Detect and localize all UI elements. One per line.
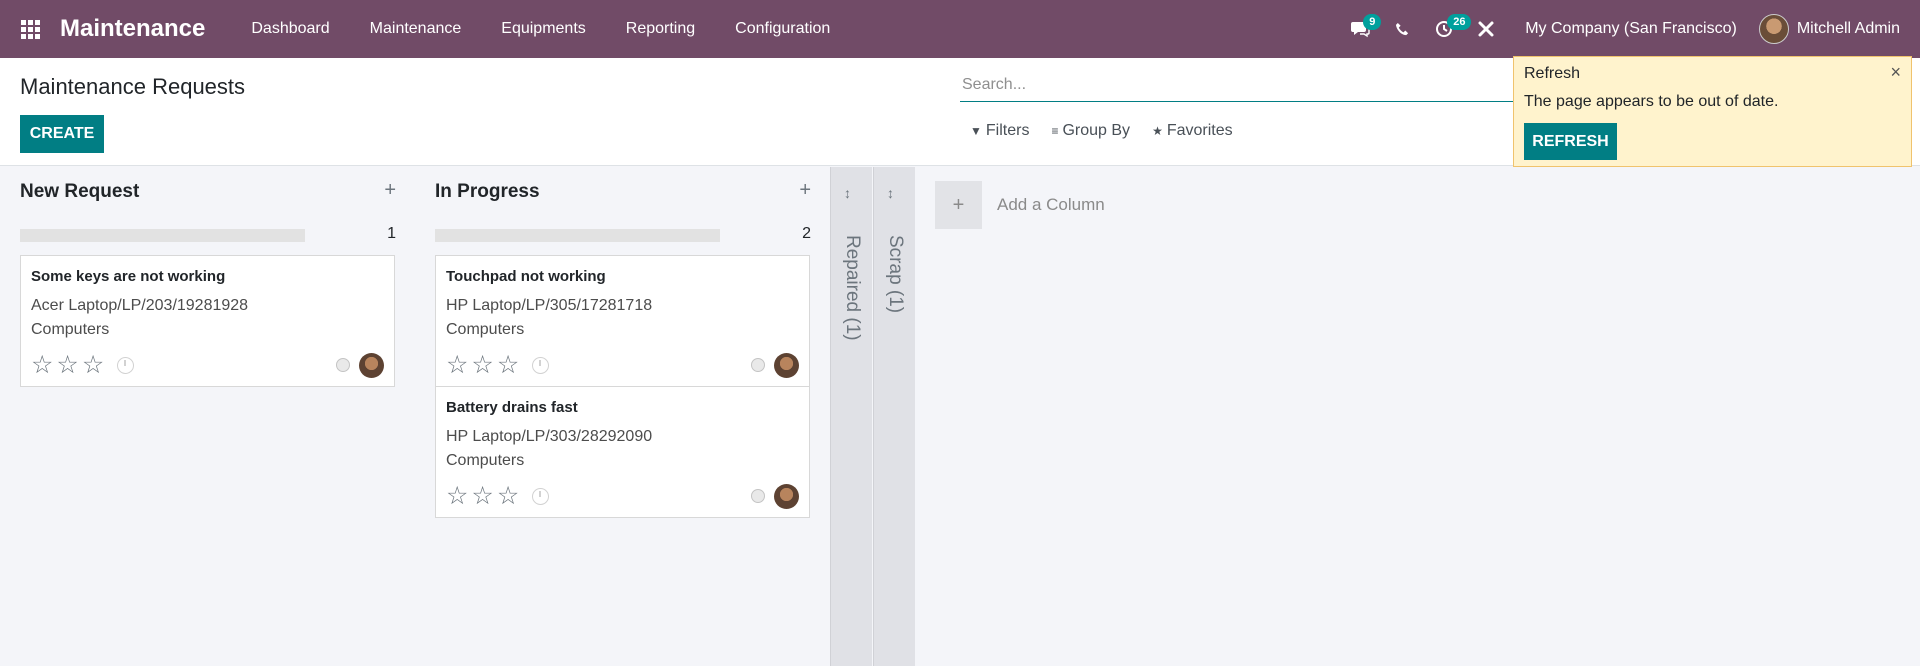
search-bar: [960, 68, 1520, 102]
list-icon: ≡: [1051, 124, 1059, 138]
user-name: Mitchell Admin: [1796, 20, 1900, 37]
activity-clock-icon[interactable]: [532, 487, 550, 505]
card-category: Computers: [31, 321, 110, 338]
card-equipment: HP Laptop/LP/305/17281718: [446, 297, 653, 314]
column-title[interactable]: New Request: [20, 181, 396, 203]
groupby-label: Group By: [1062, 122, 1131, 139]
company-switcher[interactable]: My Company (San Francisco): [1507, 20, 1759, 38]
priority-star-icon[interactable]: ☆: [497, 484, 519, 509]
folded-column-repaired[interactable]: ↕ Repaired (1): [830, 167, 872, 666]
search-options: ▼ Filters ≡ Group By ★ Favorites: [970, 122, 1255, 140]
priority-star-icon[interactable]: ☆: [471, 353, 493, 378]
kanban-state-dot[interactable]: [336, 358, 350, 372]
priority-star-icon[interactable]: ☆: [56, 353, 78, 378]
card-category: Computers: [446, 452, 525, 469]
card-title: Touchpad not working: [446, 268, 606, 285]
notification-title: Refresh: [1524, 65, 1581, 82]
add-column-button[interactable]: + Add a Column: [935, 181, 1105, 229]
refresh-button[interactable]: REFRESH: [1524, 123, 1617, 160]
kanban-column-new-request: New Request + 1 Some keys are not workin…: [0, 167, 415, 666]
folded-column-scrap[interactable]: ↕ Scrap (1): [873, 167, 915, 666]
priority-star-icon[interactable]: ☆: [446, 484, 468, 509]
assignee-avatar: [774, 483, 799, 509]
search-input[interactable]: [960, 75, 1520, 94]
systray: 9 26 My Company (San Francisco) Mitchell…: [1339, 0, 1920, 58]
page-title: Maintenance Requests: [20, 74, 246, 99]
apps-grid-icon[interactable]: [0, 0, 60, 58]
plus-icon: +: [935, 181, 982, 229]
filters-label: Filters: [985, 122, 1030, 139]
quick-create-button[interactable]: +: [799, 179, 811, 202]
priority-star-icon[interactable]: ☆: [497, 353, 519, 378]
folded-column-label: Repaired (1): [842, 235, 863, 341]
main-menu: Dashboard Maintenance Equipments Reporti…: [231, 0, 850, 58]
menu-maintenance[interactable]: Maintenance: [350, 0, 482, 58]
card-equipment: Acer Laptop/LP/203/19281928: [31, 297, 249, 314]
kanban-state-dot[interactable]: [751, 358, 765, 372]
refresh-notification: Refresh × The page appears to be out of …: [1513, 56, 1912, 167]
app-brand[interactable]: Maintenance: [60, 15, 205, 43]
filters-dropdown[interactable]: ▼ Filters: [970, 122, 1029, 140]
kanban-column-in-progress: In Progress + 2 Touchpad not working HP …: [415, 167, 830, 666]
column-header: New Request + 1: [20, 179, 396, 242]
column-progress-bar[interactable]: [435, 229, 720, 242]
favorites-dropdown[interactable]: ★ Favorites: [1152, 122, 1233, 140]
column-count: 2: [802, 225, 811, 242]
assignee-avatar: [359, 352, 384, 378]
close-icon[interactable]: ×: [1890, 62, 1901, 83]
notification-message: The page appears to be out of date.: [1524, 93, 1779, 110]
assignee-avatar: [774, 352, 799, 378]
user-menu[interactable]: Mitchell Admin: [1758, 14, 1920, 44]
create-button[interactable]: CREATE: [20, 115, 104, 153]
card-footer: ☆ ☆ ☆: [446, 352, 799, 378]
activity-clock-icon[interactable]: [117, 356, 135, 374]
fold-handle-icon: ↕: [887, 185, 894, 201]
kanban-card[interactable]: Some keys are not working Acer Laptop/LP…: [20, 255, 395, 387]
user-avatar: [1758, 14, 1789, 44]
priority-star-icon[interactable]: ☆: [446, 353, 468, 378]
kanban-card[interactable]: Battery drains fast HP Laptop/LP/303/282…: [435, 386, 810, 518]
messages-badge: 9: [1363, 14, 1382, 30]
phone-button[interactable]: [1381, 0, 1423, 58]
quick-create-button[interactable]: +: [384, 179, 396, 202]
priority-star-icon[interactable]: ☆: [82, 353, 104, 378]
top-navbar: Maintenance Dashboard Maintenance Equipm…: [0, 0, 1920, 58]
card-title: Some keys are not working: [31, 268, 226, 285]
debug-tools-button[interactable]: [1465, 0, 1507, 58]
add-column-label: Add a Column: [997, 195, 1105, 214]
folded-column-label: Scrap (1): [885, 235, 906, 314]
kanban-state-dot[interactable]: [751, 489, 765, 503]
favorites-label: Favorites: [1166, 122, 1233, 139]
card-equipment: HP Laptop/LP/303/28292090: [446, 428, 653, 445]
card-category: Computers: [446, 321, 525, 338]
groupby-dropdown[interactable]: ≡ Group By: [1051, 122, 1130, 140]
card-footer: ☆ ☆ ☆: [446, 483, 799, 509]
column-count: 1: [387, 225, 396, 242]
column-header: In Progress + 2: [435, 179, 811, 242]
activity-clock-icon[interactable]: [532, 356, 550, 374]
kanban-view: New Request + 1 Some keys are not workin…: [0, 167, 1920, 666]
column-title[interactable]: In Progress: [435, 181, 811, 203]
menu-reporting[interactable]: Reporting: [606, 0, 715, 58]
activities-button[interactable]: 26: [1423, 0, 1472, 58]
column-progress-bar[interactable]: [20, 229, 305, 242]
tools-icon: [1478, 21, 1494, 37]
card-title: Battery drains fast: [446, 399, 578, 416]
card-footer: ☆ ☆ ☆: [31, 352, 384, 378]
messages-button[interactable]: 9: [1339, 0, 1382, 58]
menu-equipments[interactable]: Equipments: [481, 0, 606, 58]
menu-dashboard[interactable]: Dashboard: [231, 0, 349, 58]
phone-icon: [1395, 22, 1408, 35]
star-icon: ★: [1152, 124, 1163, 138]
filter-icon: ▼: [970, 124, 982, 138]
priority-star-icon[interactable]: ☆: [31, 353, 53, 378]
menu-configuration[interactable]: Configuration: [715, 0, 850, 58]
fold-handle-icon: ↕: [844, 185, 851, 201]
priority-star-icon[interactable]: ☆: [471, 484, 493, 509]
kanban-card[interactable]: Touchpad not working HP Laptop/LP/305/17…: [435, 255, 810, 387]
